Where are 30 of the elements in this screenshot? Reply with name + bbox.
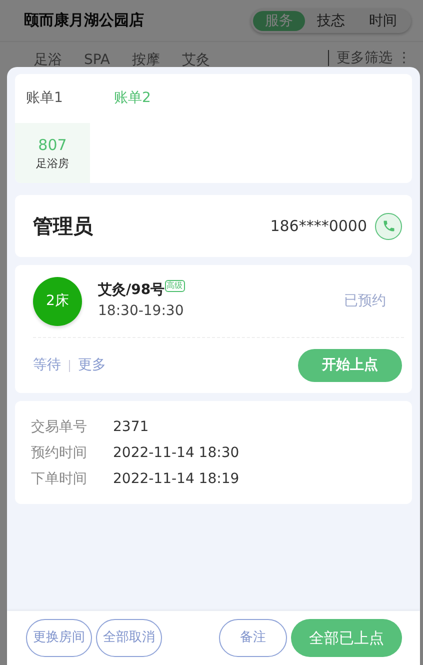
segment-tab[interactable]: 技态	[305, 10, 357, 30]
room-tile[interactable]: 807 足浴房	[15, 123, 90, 183]
phone-icon	[382, 219, 396, 233]
phone-button[interactable]	[375, 212, 402, 240]
start-button[interactable]: 开始上点	[298, 349, 402, 382]
store-name: 颐而康月湖公园店	[24, 10, 144, 32]
bill-tab[interactable]: 账单2	[114, 88, 202, 109]
detail-value: 2022-11-14 18:19	[113, 470, 240, 489]
manager-title: 管理员	[33, 213, 93, 240]
service-time: 18:30-19:30	[98, 302, 185, 321]
phone-number: 186****0000	[270, 216, 367, 237]
detail-label: 交易单号	[31, 418, 88, 437]
service-name: 艾灸/98号	[98, 281, 165, 300]
level-tag: 高级	[164, 280, 185, 292]
detail-label: 下单时间	[31, 470, 88, 489]
status-label: 已预约	[344, 292, 386, 310]
action-link[interactable]: 更多	[78, 355, 106, 376]
all-started-button[interactable]: 全部已上点	[291, 619, 402, 657]
detail-value: 2022-11-14 18:30	[113, 444, 240, 463]
detail-value: 2371	[113, 418, 149, 437]
action-link[interactable]: 等待	[33, 355, 61, 376]
outline-button[interactable]: 全部取消	[96, 619, 162, 657]
more-filter-link[interactable]: 更多筛选 ⋮	[328, 50, 411, 66]
segment-tab[interactable]: 服务	[253, 10, 305, 30]
outline-button[interactable]: 更换房间	[26, 619, 92, 657]
bill-tab[interactable]: 账单1	[26, 88, 114, 109]
detail-label: 预约时间	[31, 444, 88, 463]
bed-badge: 2床	[33, 276, 82, 326]
outline-button[interactable]: 备注	[219, 619, 287, 657]
segment-tab[interactable]: 时间	[357, 10, 409, 30]
